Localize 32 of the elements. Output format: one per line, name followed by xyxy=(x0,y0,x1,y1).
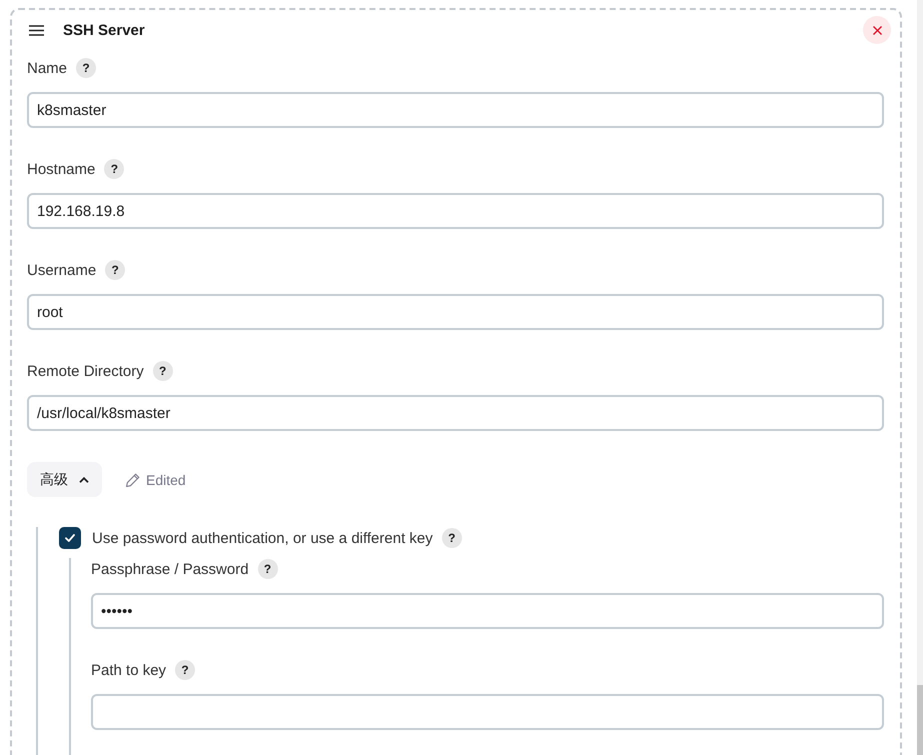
field-label: Hostname xyxy=(27,160,96,178)
text-field[interactable] xyxy=(91,694,884,730)
field-label: Path to key xyxy=(91,662,166,678)
scrollbar-thumb[interactable] xyxy=(917,685,923,755)
edited-label: Edited xyxy=(146,472,186,488)
field-label: Username xyxy=(27,262,96,278)
help-button[interactable]: ? xyxy=(152,361,173,381)
text-field[interactable]: 192.168.19.8 xyxy=(27,193,884,229)
field-label: Passphrase / Password xyxy=(91,560,249,578)
chevron-up-icon xyxy=(79,476,89,482)
help-button[interactable]: ? xyxy=(442,528,462,548)
text-field[interactable]: /usr/local/k8smaster xyxy=(27,395,884,431)
help-button[interactable]: ? xyxy=(76,58,96,78)
close-button[interactable] xyxy=(863,16,891,44)
checkbox-label: Use password authentication, or use a different key xyxy=(92,530,433,546)
checkbox[interactable] xyxy=(59,527,81,549)
help-button[interactable]: ? xyxy=(105,260,126,280)
field-label: Remote Directory xyxy=(27,362,144,380)
help-button[interactable]: ? xyxy=(175,660,196,680)
help-button[interactable]: ? xyxy=(258,559,278,579)
checkmark-icon xyxy=(65,534,75,542)
text-field[interactable]: k8smaster xyxy=(27,92,884,128)
text-field[interactable]: •••••• xyxy=(91,593,884,629)
help-button[interactable]: ? xyxy=(104,159,124,179)
advanced-toggle[interactable]: 高级 xyxy=(27,462,102,497)
scrollbar[interactable] xyxy=(917,0,923,755)
close-icon xyxy=(872,26,882,34)
menu-icon[interactable] xyxy=(29,24,44,36)
field-label: Name xyxy=(27,60,68,76)
pencil-icon xyxy=(126,472,140,486)
text-field[interactable]: root xyxy=(27,294,884,330)
panel-title: SSH Server xyxy=(63,22,145,38)
